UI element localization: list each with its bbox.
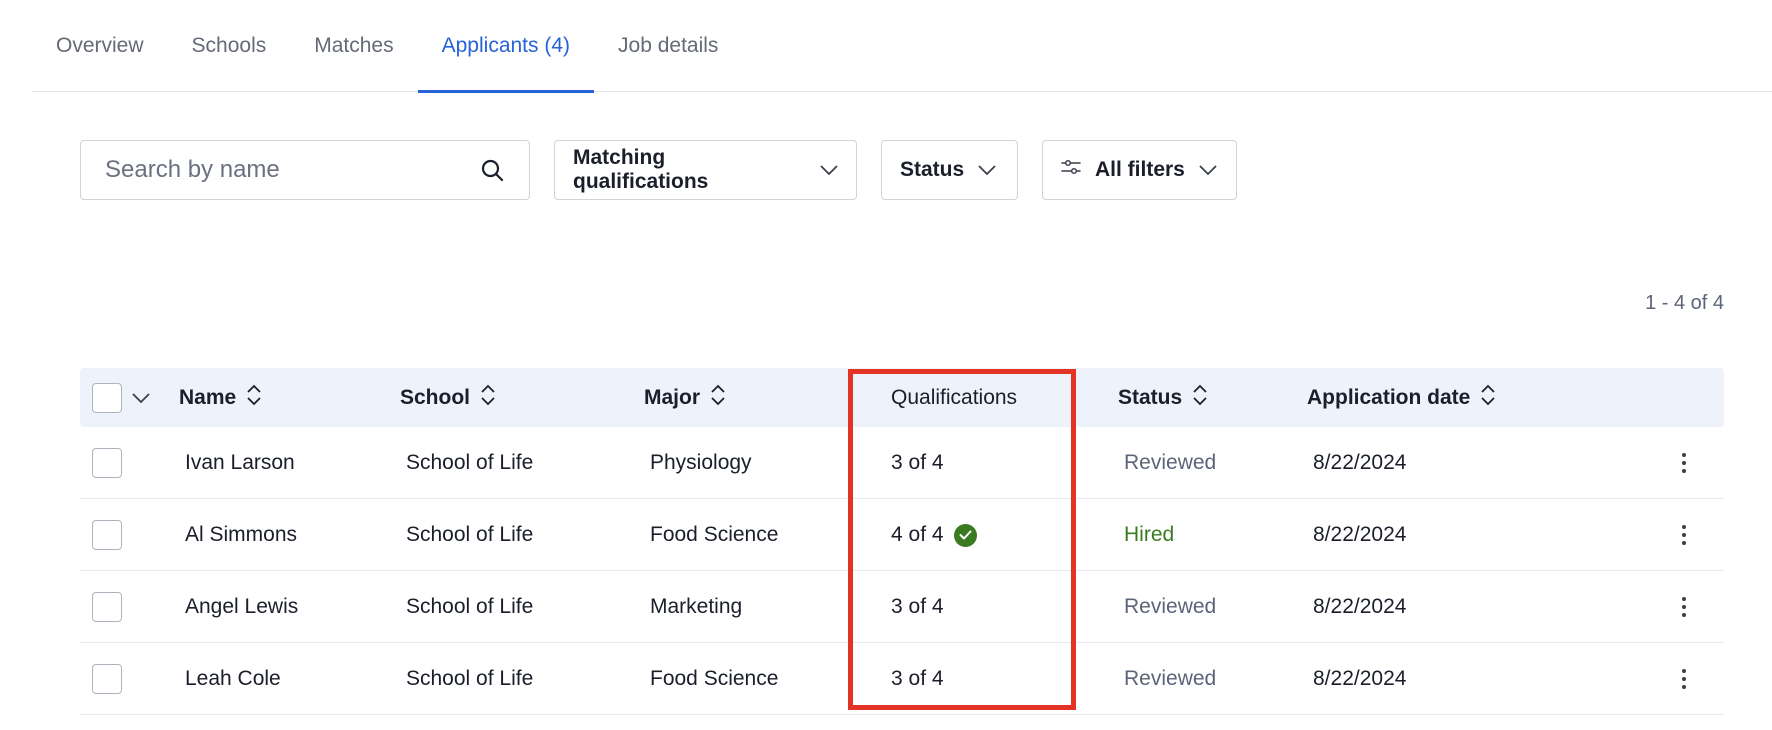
qualifications-filter-label: Matching qualifications	[573, 146, 709, 193]
qualifications-filter-dropdown[interactable]: Matching qualifications	[554, 140, 857, 200]
sort-icon	[1192, 384, 1208, 412]
column-header-status[interactable]: Status	[1118, 368, 1208, 427]
tab-bar: Overview Schools Matches Applicants (4) …	[32, 0, 1772, 93]
applicants-table: Name School Major Qualifications Status …	[80, 368, 1724, 715]
applicant-name: Al Simmons	[185, 523, 298, 546]
column-header-major[interactable]: Major	[644, 368, 726, 427]
table-row[interactable]: Leah Cole School of Life Food Science 3 …	[80, 643, 1724, 715]
sliders-icon	[1061, 158, 1081, 182]
applicant-status: Reviewed	[1124, 595, 1217, 618]
all-filters-dropdown[interactable]: All filters	[1042, 140, 1237, 200]
tab-job-details[interactable]: Job details	[594, 0, 742, 92]
chevron-down-icon[interactable]	[132, 386, 150, 410]
table-header: Name School Major Qualifications Status …	[80, 368, 1724, 427]
more-options-icon[interactable]	[1674, 525, 1694, 545]
applicant-application-date: 8/22/2024	[1313, 595, 1407, 618]
column-header-application-date[interactable]: Application date	[1307, 368, 1496, 427]
table-row[interactable]: Angel Lewis School of Life Marketing 3 o…	[80, 571, 1724, 643]
row-checkbox[interactable]	[92, 520, 122, 550]
row-checkbox[interactable]	[92, 592, 122, 622]
row-checkbox[interactable]	[92, 448, 122, 478]
column-header-name[interactable]: Name	[179, 368, 262, 427]
column-header-label: Application date	[1307, 385, 1471, 409]
sort-icon	[246, 384, 262, 412]
applicant-name: Ivan Larson	[185, 451, 295, 474]
applicant-name: Leah Cole	[185, 667, 281, 690]
applicant-status: Hired	[1124, 523, 1175, 546]
applicant-school: School of Life	[406, 667, 534, 690]
search-box	[80, 140, 530, 200]
chevron-down-icon	[978, 158, 996, 182]
applicant-school: School of Life	[406, 595, 534, 618]
table-row[interactable]: Al Simmons School of Life Food Science 4…	[80, 499, 1724, 571]
more-options-icon[interactable]	[1674, 597, 1694, 617]
table-row[interactable]: Ivan Larson School of Life Physiology 3 …	[80, 427, 1724, 499]
applicant-qualifications: 3 of 4	[891, 667, 944, 690]
row-checkbox[interactable]	[92, 664, 122, 694]
pagination-range: 1 - 4 of 4	[1645, 292, 1724, 314]
applicant-application-date: 8/22/2024	[1313, 523, 1407, 546]
applicant-qualifications: 3 of 4	[891, 595, 944, 618]
status-filter-dropdown[interactable]: Status	[881, 140, 1018, 200]
applicant-status: Reviewed	[1124, 451, 1217, 474]
applicant-major: Marketing	[650, 595, 743, 618]
status-filter-label: Status	[900, 158, 965, 181]
more-options-icon[interactable]	[1674, 669, 1694, 689]
select-all-checkbox[interactable]	[92, 382, 122, 413]
column-header-label: Qualifications	[891, 385, 1018, 409]
applicant-qualifications: 3 of 4	[891, 451, 944, 474]
applicant-major: Physiology	[650, 451, 752, 474]
applicant-school: School of Life	[406, 451, 534, 474]
sort-icon	[1480, 384, 1496, 412]
column-header-school[interactable]: School	[400, 368, 496, 427]
search-input[interactable]	[105, 156, 479, 184]
checkmark-circle-icon	[953, 523, 977, 547]
sort-icon	[710, 384, 726, 412]
chevron-down-icon	[1199, 158, 1217, 182]
search-icon[interactable]	[479, 157, 505, 183]
applicant-qualifications: 4 of 4	[891, 523, 944, 546]
applicant-school: School of Life	[406, 523, 534, 546]
sort-icon	[480, 384, 496, 412]
applicant-name: Angel Lewis	[185, 595, 299, 618]
chevron-down-icon	[820, 158, 838, 182]
tab-overview[interactable]: Overview	[32, 0, 168, 92]
column-header-qualifications: Qualifications	[891, 368, 1017, 427]
tab-applicants[interactable]: Applicants (4)	[417, 0, 595, 93]
all-filters-label: All filters	[1095, 158, 1185, 181]
applicant-status: Reviewed	[1124, 667, 1217, 690]
column-header-label: Status	[1118, 385, 1183, 409]
applicant-qualifications-cell: 4 of 4	[891, 499, 977, 571]
column-header-label: Name	[179, 385, 237, 409]
tab-schools[interactable]: Schools	[168, 0, 291, 92]
tab-matches[interactable]: Matches	[290, 0, 417, 92]
select-all-control	[92, 368, 150, 427]
applicant-application-date: 8/22/2024	[1313, 667, 1407, 690]
more-options-icon[interactable]	[1674, 453, 1694, 473]
applicant-application-date: 8/22/2024	[1313, 451, 1407, 474]
applicant-major: Food Science	[650, 667, 779, 690]
column-header-label: School	[400, 385, 471, 409]
column-header-label: Major	[644, 385, 701, 409]
applicant-major: Food Science	[650, 523, 779, 546]
